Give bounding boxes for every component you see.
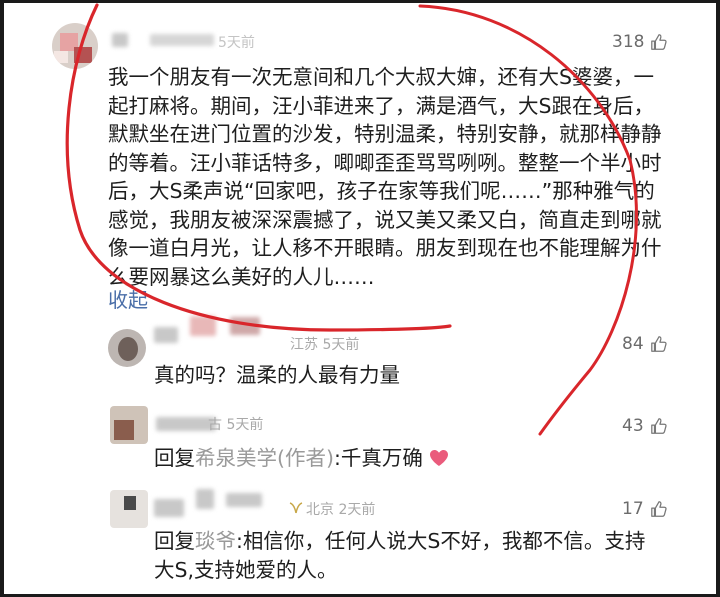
like-count: 43: [622, 416, 644, 436]
heart-icon: [430, 450, 449, 466]
thumbs-up-icon: [650, 501, 667, 517]
like-button[interactable]: 84: [622, 334, 668, 354]
reply-time: 5天前: [226, 417, 264, 433]
comment-time: 5天前: [218, 35, 255, 51]
blurred-username: [226, 493, 262, 507]
avatar[interactable]: [108, 329, 146, 367]
reply-location: 江苏: [290, 337, 318, 353]
reply-text: 回复希泉美学(作者):千真万确: [154, 444, 449, 473]
reply-location: 古: [208, 417, 222, 433]
collapse-link[interactable]: 收起: [108, 284, 148, 313]
like-button[interactable]: 318: [612, 32, 668, 52]
blurred-username: [154, 499, 184, 517]
comment-text: 我一个朋友有一次无意间和几个大叔大婶，还有大S婆婆，一起打麻将。期间，汪小菲进来…: [108, 65, 662, 289]
comment-screenshot: 5天前 318 我一个朋友有一次无意间和几个大叔大婶，还有大S婆婆，一起打麻将。…: [4, 3, 716, 594]
reply-target-name[interactable]: 希泉美学(作者): [195, 446, 334, 470]
reply-location: 北京: [306, 502, 334, 518]
like-count: 318: [612, 32, 645, 52]
reply-meta: 古 5天前: [208, 414, 263, 434]
thumbs-up-icon: [650, 418, 667, 434]
avatar[interactable]: [110, 490, 148, 528]
blurred-username: [150, 34, 214, 46]
reply-time: 2天前: [338, 502, 376, 518]
reply-prefix: 回复: [154, 529, 195, 553]
like-count: 17: [622, 499, 644, 519]
avatar[interactable]: [52, 23, 98, 69]
like-button[interactable]: 17: [622, 499, 668, 519]
reply-text: 回复琰爷:相信你，任何人说大S不好，我都不信。支持大S,支持她爱的人。: [154, 527, 660, 584]
like-button[interactable]: 43: [622, 416, 668, 436]
blurred-username: [196, 489, 214, 509]
blurred-username: [230, 317, 260, 335]
reply-prefix: 回复: [154, 446, 195, 470]
blurred-username: [156, 417, 216, 431]
reply-meta: 江苏 5天前: [290, 334, 359, 354]
avatar[interactable]: [110, 406, 148, 444]
blurred-username: [190, 316, 216, 336]
reply-text: 真的吗？温柔的人最有力量: [154, 363, 400, 387]
blurred-username: [112, 33, 128, 47]
like-count: 84: [622, 334, 644, 354]
blurred-username: [154, 327, 178, 343]
reply-body: :千真万确: [334, 446, 423, 470]
reply-target-name[interactable]: 琰爷: [195, 529, 236, 553]
reply-meta: 北京 2天前: [288, 499, 375, 519]
location-icon: [289, 502, 303, 514]
reply-time: 5天前: [322, 337, 360, 353]
thumbs-up-icon: [650, 336, 667, 352]
thumbs-up-icon: [651, 34, 668, 50]
